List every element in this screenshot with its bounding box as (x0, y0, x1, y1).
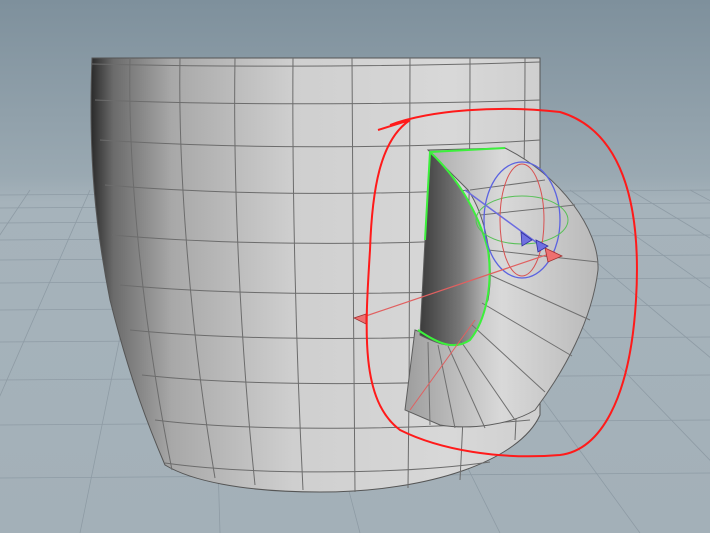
viewport-canvas[interactable] (0, 0, 710, 533)
mug-model[interactable] (90, 57, 599, 493)
3d-viewport[interactable] (0, 0, 710, 533)
